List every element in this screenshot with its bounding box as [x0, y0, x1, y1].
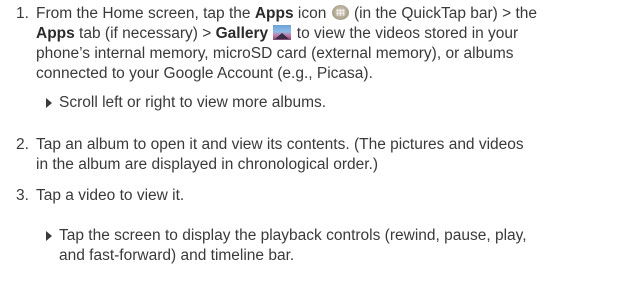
step-text: From the Home screen, tap the Apps icon …: [36, 4, 632, 84]
gallery-icon: [273, 25, 292, 40]
bullet-text: Scroll left or right to view more albums…: [59, 93, 629, 113]
step-line: Tap a video to view it.: [36, 187, 185, 204]
step-text: Tap an album to open it and view its con…: [36, 135, 632, 175]
step-number: 1.: [16, 5, 29, 22]
bullet-line: and fast-forward) and timeline bar.: [59, 247, 295, 264]
text-run: icon: [293, 5, 331, 22]
triangle-bullet-icon: [46, 98, 52, 108]
apps-label: Apps: [254, 5, 294, 22]
text-run: tab (if necessary) >: [74, 25, 216, 42]
triangle-bullet-icon: [46, 231, 52, 241]
apps-tab-label: Apps: [36, 25, 75, 42]
step-line: connected to your Google Account (e.g., …: [36, 65, 373, 82]
step-line: in the album are displayed in chronologi…: [36, 156, 379, 173]
gallery-label: Gallery: [215, 25, 269, 42]
step-line: Tap an album to open it and view its con…: [36, 136, 524, 153]
step-line: phone’s internal memory, microSD card (e…: [36, 45, 514, 62]
step-line: From the Home screen, tap the Apps icon …: [36, 4, 632, 24]
bullet-line: Scroll left or right to view more albums…: [59, 94, 327, 111]
text-run: (in the QuickTap bar) > the: [349, 5, 538, 22]
step-number: 3.: [16, 187, 29, 204]
bullet-line: Tap the screen to display the playback c…: [59, 227, 527, 244]
step-line: Apps tab (if necessary) > Gallery to vie…: [36, 24, 632, 44]
bullet-text: Tap the screen to display the playback c…: [59, 226, 629, 266]
apps-icon: [331, 5, 349, 20]
text-run: From the Home screen, tap the: [36, 5, 255, 22]
step-number: 2.: [16, 136, 29, 153]
text-run: to view the videos stored in your: [292, 25, 519, 42]
instruction-page: 1. From the Home screen, tap the Apps ic…: [0, 0, 635, 286]
step-text: Tap a video to view it.: [36, 186, 632, 206]
